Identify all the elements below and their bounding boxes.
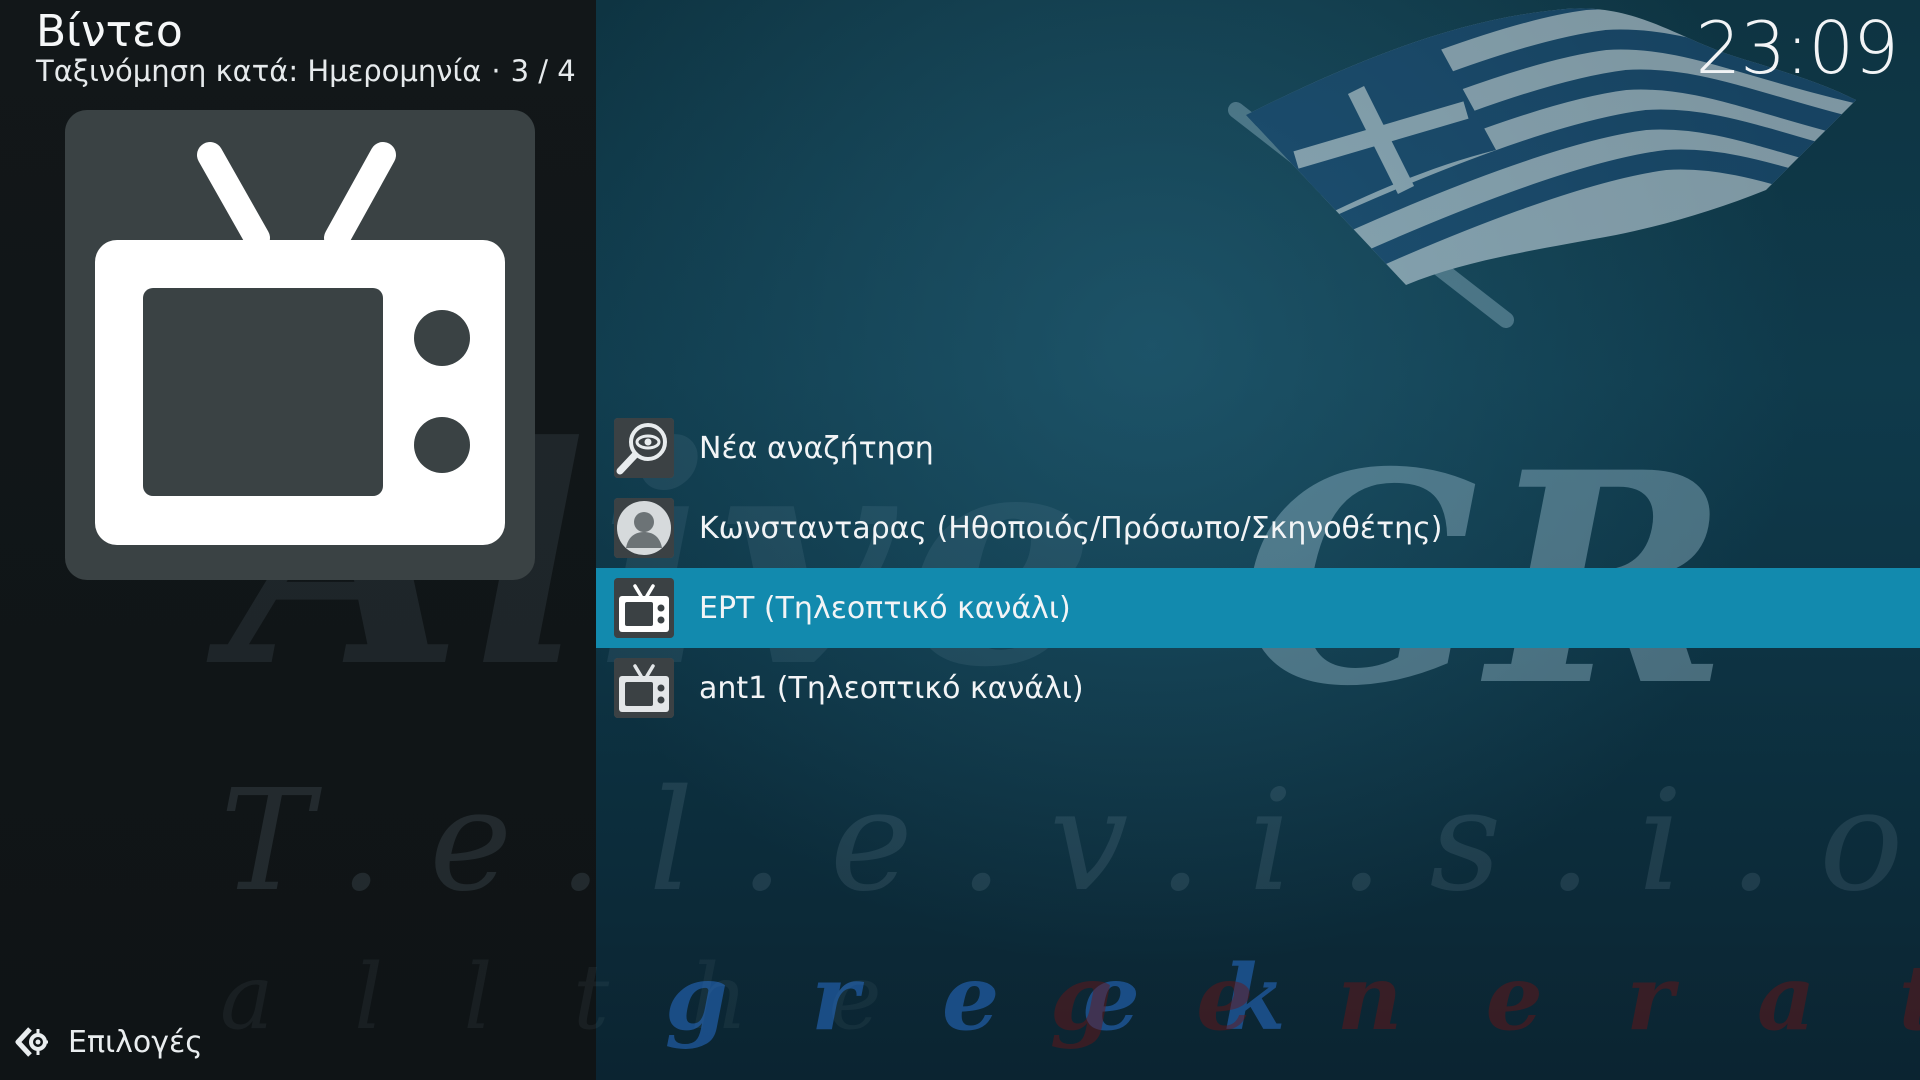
list-item-label: Κωνσταντaρας (Ηθοποιός/Πρόσωπο/Σκηνοθέτη… [699, 510, 1443, 546]
clock: 23:09 [1695, 6, 1899, 90]
options-label: Επιλογές [68, 1024, 203, 1060]
item-position: 3 / 4 [510, 54, 576, 88]
sort-label: Ταξινόμηση κατά: Ημερομηνία [36, 54, 482, 88]
separator: · [491, 54, 501, 88]
thumbnail [65, 110, 535, 580]
tv-icon [614, 658, 674, 718]
options-button[interactable]: Επιλογές [14, 1020, 203, 1064]
list-item-label: EPT (Τηλεοπτικό κανάλι) [699, 590, 1071, 626]
search-eye-icon [614, 418, 674, 478]
kodi-window: Alive T.e.l.e.v.i.s.i.o.n a l l t h e g … [0, 0, 1920, 1080]
page-title: Βίντεο [36, 6, 183, 57]
list-item-ant1[interactable]: ant1 (Τηλεοπτικό κανάλι) [596, 648, 1920, 728]
list-item-new-search[interactable]: Νέα αναζήτηση [596, 408, 1920, 488]
person-icon [614, 498, 674, 558]
tv-icon [95, 142, 505, 545]
tv-icon [614, 578, 674, 638]
list-item-ert[interactable]: EPT (Τηλεοπτικό κανάλι) [596, 568, 1920, 648]
content-list: Νέα αναζήτηση Κωνσταντaρας (Ηθοποιός/Πρό… [596, 408, 1920, 728]
list-item-label: Νέα αναζήτηση [699, 430, 934, 466]
sort-info: Ταξινόμηση κατά: Ημερομηνία · 3 / 4 [36, 54, 576, 88]
list-item-label: ant1 (Τηλεοπτικό κανάλι) [699, 670, 1084, 706]
options-arrow-icon [15, 1027, 48, 1057]
list-item-person[interactable]: Κωνσταντaρας (Ηθοποιός/Πρόσωπο/Σκηνοθέτη… [596, 488, 1920, 568]
